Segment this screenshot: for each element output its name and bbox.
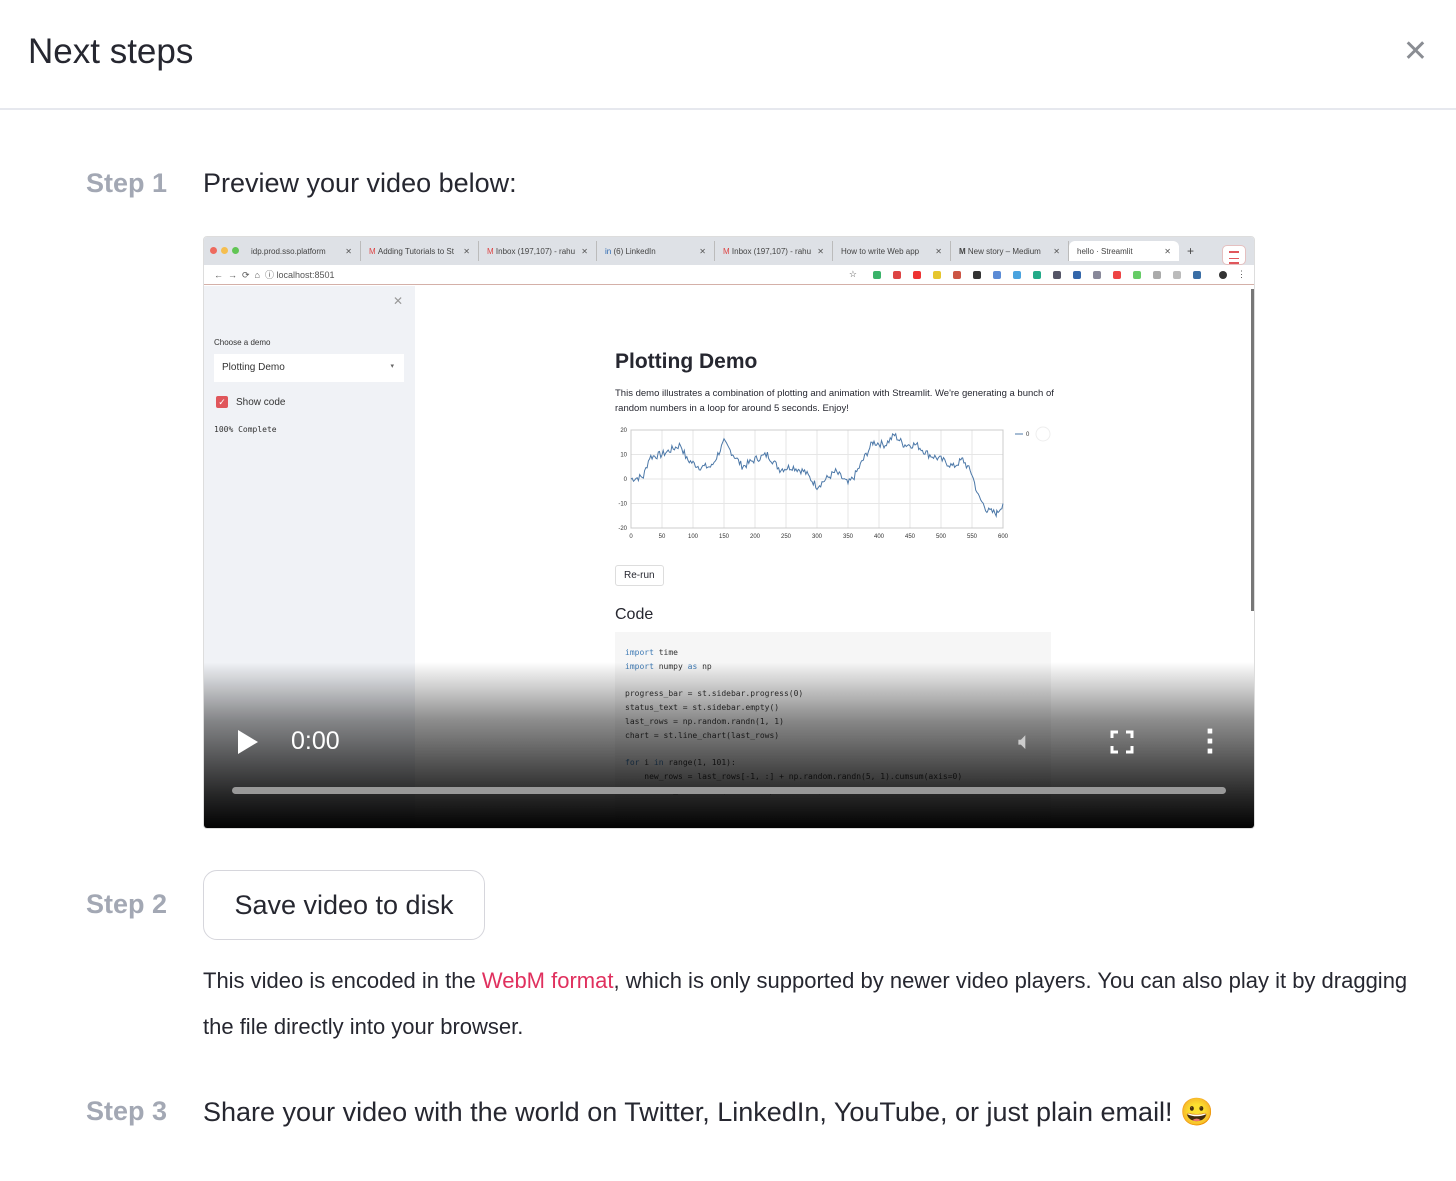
address-bar: ← → ⟳ ⌂ ⓘ localhost:8501 ☆ ⋮ — [204, 265, 1254, 285]
browser-tab-active: hello · Streamlit ✕ — [1069, 241, 1179, 261]
x-tick-label: 150 — [719, 534, 730, 540]
x-tick-label: 0 — [629, 534, 633, 540]
tab-label: How to write Web app — [841, 246, 920, 256]
description-text: This video is encoded in the — [203, 968, 482, 993]
status-text: 100% Complete — [214, 425, 277, 434]
video-controls-overlay — [204, 662, 1254, 828]
x-tick-label: 600 — [998, 534, 1009, 540]
demo-title: Plotting Demo — [615, 350, 758, 373]
time-display: 0:00 — [291, 727, 340, 755]
dialog-title: Next steps — [28, 32, 194, 71]
window-controls — [210, 246, 243, 256]
fullscreen-icon[interactable] — [1110, 730, 1134, 754]
step-2-label: Step 2 — [86, 889, 168, 919]
more-options-icon[interactable]: · · · — [1205, 719, 1215, 765]
browser-tab: M Adding Tutorials to St ✕ — [361, 241, 479, 261]
close-icon[interactable]: ✕ — [1403, 34, 1428, 69]
webm-format-link[interactable]: WebM format — [482, 968, 614, 993]
play-icon[interactable] — [238, 730, 258, 754]
volume-icon[interactable]: 🔈︎ — [1018, 727, 1032, 755]
x-tick-label: 200 — [750, 534, 761, 540]
x-tick-label: 300 — [812, 534, 823, 540]
tab-label: idp.prod.sso.platform — [251, 246, 326, 256]
x-tick-label: 250 — [781, 534, 792, 540]
tab-label: Adding Tutorials to St — [377, 246, 454, 256]
browser-tab: How to write Web app ✕ — [833, 241, 951, 261]
url-text: localhost:8501 — [276, 269, 335, 280]
video-player[interactable]: idp.prod.sso.platform ✕ M Adding Tutorial… — [203, 236, 1255, 829]
browser-tab-bar: idp.prod.sso.platform ✕ M Adding Tutorial… — [204, 237, 1254, 265]
code-line: import time — [625, 648, 678, 657]
x-tick-label: 350 — [843, 534, 854, 540]
rerun-button: Re-run — [615, 565, 664, 586]
browser-tab: idp.prod.sso.platform ✕ — [243, 241, 361, 261]
app-menu-icon — [1222, 245, 1246, 265]
sidebar-close-icon: ✕ — [392, 294, 403, 308]
code-heading: Code — [615, 606, 654, 623]
x-tick-label: 500 — [936, 534, 947, 540]
step-1-text: Preview your video below: — [203, 168, 517, 198]
tab-label: New story – Medium — [967, 246, 1041, 256]
y-tick-label: -10 — [618, 502, 627, 508]
tab-label: hello · Streamlit — [1077, 246, 1133, 256]
y-tick-label: -20 — [618, 526, 627, 532]
demo-select-label: Choose a demo — [214, 338, 271, 347]
tab-label: (6) LinkedIn — [613, 246, 656, 256]
dialog-header: Next steps ✕ — [0, 0, 1456, 110]
line-chart: 0 50 100 150 200 250 300 350 400 450 500 550 6002010… — [618, 426, 1051, 540]
demo-description: This demo illustrates a combination of p… — [615, 388, 1054, 414]
browser-menu-icon: ⋮ — [1237, 269, 1246, 279]
bookmark-star-icon: ☆ — [848, 269, 857, 279]
tab-label: Inbox (197,107) - rahu — [495, 246, 576, 256]
demo-select: Plotting Demo ▾ — [214, 354, 404, 382]
x-tick-label: 450 — [905, 534, 916, 540]
x-tick-label: 50 — [659, 534, 666, 540]
y-tick-label: 0 — [624, 477, 628, 483]
checkmark-icon: ✓ — [216, 396, 228, 408]
nav-icons: ← → ⟳ ⌂ ⓘ — [214, 270, 277, 280]
new-tab-icon: + — [1187, 244, 1195, 258]
x-tick-label: 400 — [874, 534, 885, 540]
browser-tab: M Inbox (197,107) - rahu ✕ — [479, 241, 597, 261]
save-video-button[interactable]: Save video to disk — [203, 870, 485, 940]
step-1-label: Step 1 — [86, 168, 168, 198]
chart-menu-icon — [1035, 426, 1051, 442]
legend-label: 0 — [1026, 432, 1030, 438]
demo-select-value: Plotting Demo — [222, 362, 285, 373]
x-tick-label: 550 — [967, 534, 978, 540]
tab-label: Inbox (197,107) - rahu — [731, 246, 812, 256]
step-3-label: Step 3 — [86, 1096, 168, 1126]
x-tick-label: 100 — [688, 534, 699, 540]
downloads-bar — [204, 805, 1254, 828]
browser-tab: in (6) LinkedIn ✕ — [597, 241, 715, 261]
y-tick-label: 20 — [620, 428, 627, 434]
dropdown-arrow-icon: ▾ — [390, 363, 394, 370]
browser-tab: M Inbox (197,107) - rahu ✕ — [715, 241, 833, 261]
video-progress-bar[interactable] — [232, 787, 1226, 794]
step-3-text: Share your video with the world on Twitt… — [203, 1097, 1214, 1127]
webm-description: This video is encoded in the WebM format… — [203, 958, 1413, 1050]
show-code-checkbox: ✓ Show code — [216, 396, 285, 408]
y-tick-label: 10 — [620, 453, 627, 459]
checkbox-label: Show code — [236, 396, 286, 408]
browser-tab: M New story – Medium ✕ — [951, 241, 1069, 261]
app-scrollbar — [1251, 289, 1254, 611]
